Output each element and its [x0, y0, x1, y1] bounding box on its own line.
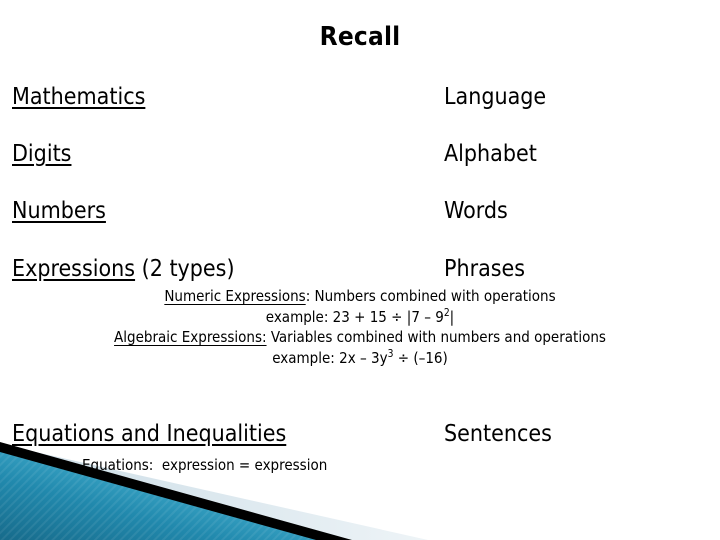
- math-term-suffix: (2 types): [135, 256, 235, 282]
- numeric-example-tail: |: [449, 307, 455, 326]
- algebraic-expressions-example: example: 2x – 3y3 ÷ (–16): [80, 348, 640, 369]
- math-term-label: Digits: [12, 141, 72, 167]
- math-term-label: Expressions: [12, 256, 136, 282]
- numeric-expressions-line: Numeric Expressions: Numbers combined wi…: [80, 286, 640, 307]
- math-term-mathematics: Mathematics: [12, 84, 145, 110]
- equations-definition-line: Equations: expression = expression: [82, 456, 328, 474]
- math-term-digits: Digits: [12, 141, 71, 167]
- language-term-language: Language: [444, 84, 547, 110]
- language-term-phrases: Phrases: [444, 256, 526, 282]
- language-term-alphabet: Alphabet: [444, 141, 537, 167]
- expressions-detail-block: Numeric Expressions: Numbers combined wi…: [80, 286, 640, 368]
- page-title: Recall: [319, 22, 401, 52]
- math-term-label: Numbers: [12, 198, 106, 224]
- numeric-expressions-description: : Numbers combined with operations: [305, 287, 556, 305]
- numeric-expressions-label: Numeric Expressions: [164, 287, 306, 305]
- algebraic-expressions-label: Algebraic Expressions:: [114, 328, 267, 346]
- math-term-expressions: Expressions (2 types): [12, 256, 235, 282]
- numeric-example-text: example: 23 + 15 ÷ |7 – 9: [265, 307, 444, 326]
- comparison-row: Mathematics Language: [0, 84, 720, 116]
- algebraic-example-tail: ÷ (–16): [393, 348, 448, 367]
- math-term-equations-and-inequalities: Equations and Inequalities: [12, 421, 286, 447]
- language-term-sentences: Sentences: [444, 421, 552, 447]
- comparison-row: Digits Alphabet: [0, 141, 720, 173]
- math-term-label: Equations and Inequalities: [12, 421, 287, 447]
- comparison-row: Equations and Inequalities Sentences: [0, 421, 720, 453]
- math-term-numbers: Numbers: [12, 198, 106, 224]
- algebraic-expressions-line: Algebraic Expressions: Variables combine…: [80, 327, 640, 348]
- numeric-expressions-example: example: 23 + 15 ÷ |7 – 92|: [80, 307, 640, 328]
- comparison-row: Expressions (2 types) Phrases: [0, 256, 720, 288]
- algebraic-expressions-description: Variables combined with numbers and oper…: [266, 328, 606, 346]
- algebraic-example-text: example: 2x – 3y: [272, 348, 388, 367]
- math-term-label: Mathematics: [12, 84, 146, 110]
- presentation-slide: Recall Mathematics Language Digits Alpha…: [0, 0, 720, 540]
- comparison-row: Numbers Words: [0, 198, 720, 230]
- language-term-words: Words: [444, 198, 508, 224]
